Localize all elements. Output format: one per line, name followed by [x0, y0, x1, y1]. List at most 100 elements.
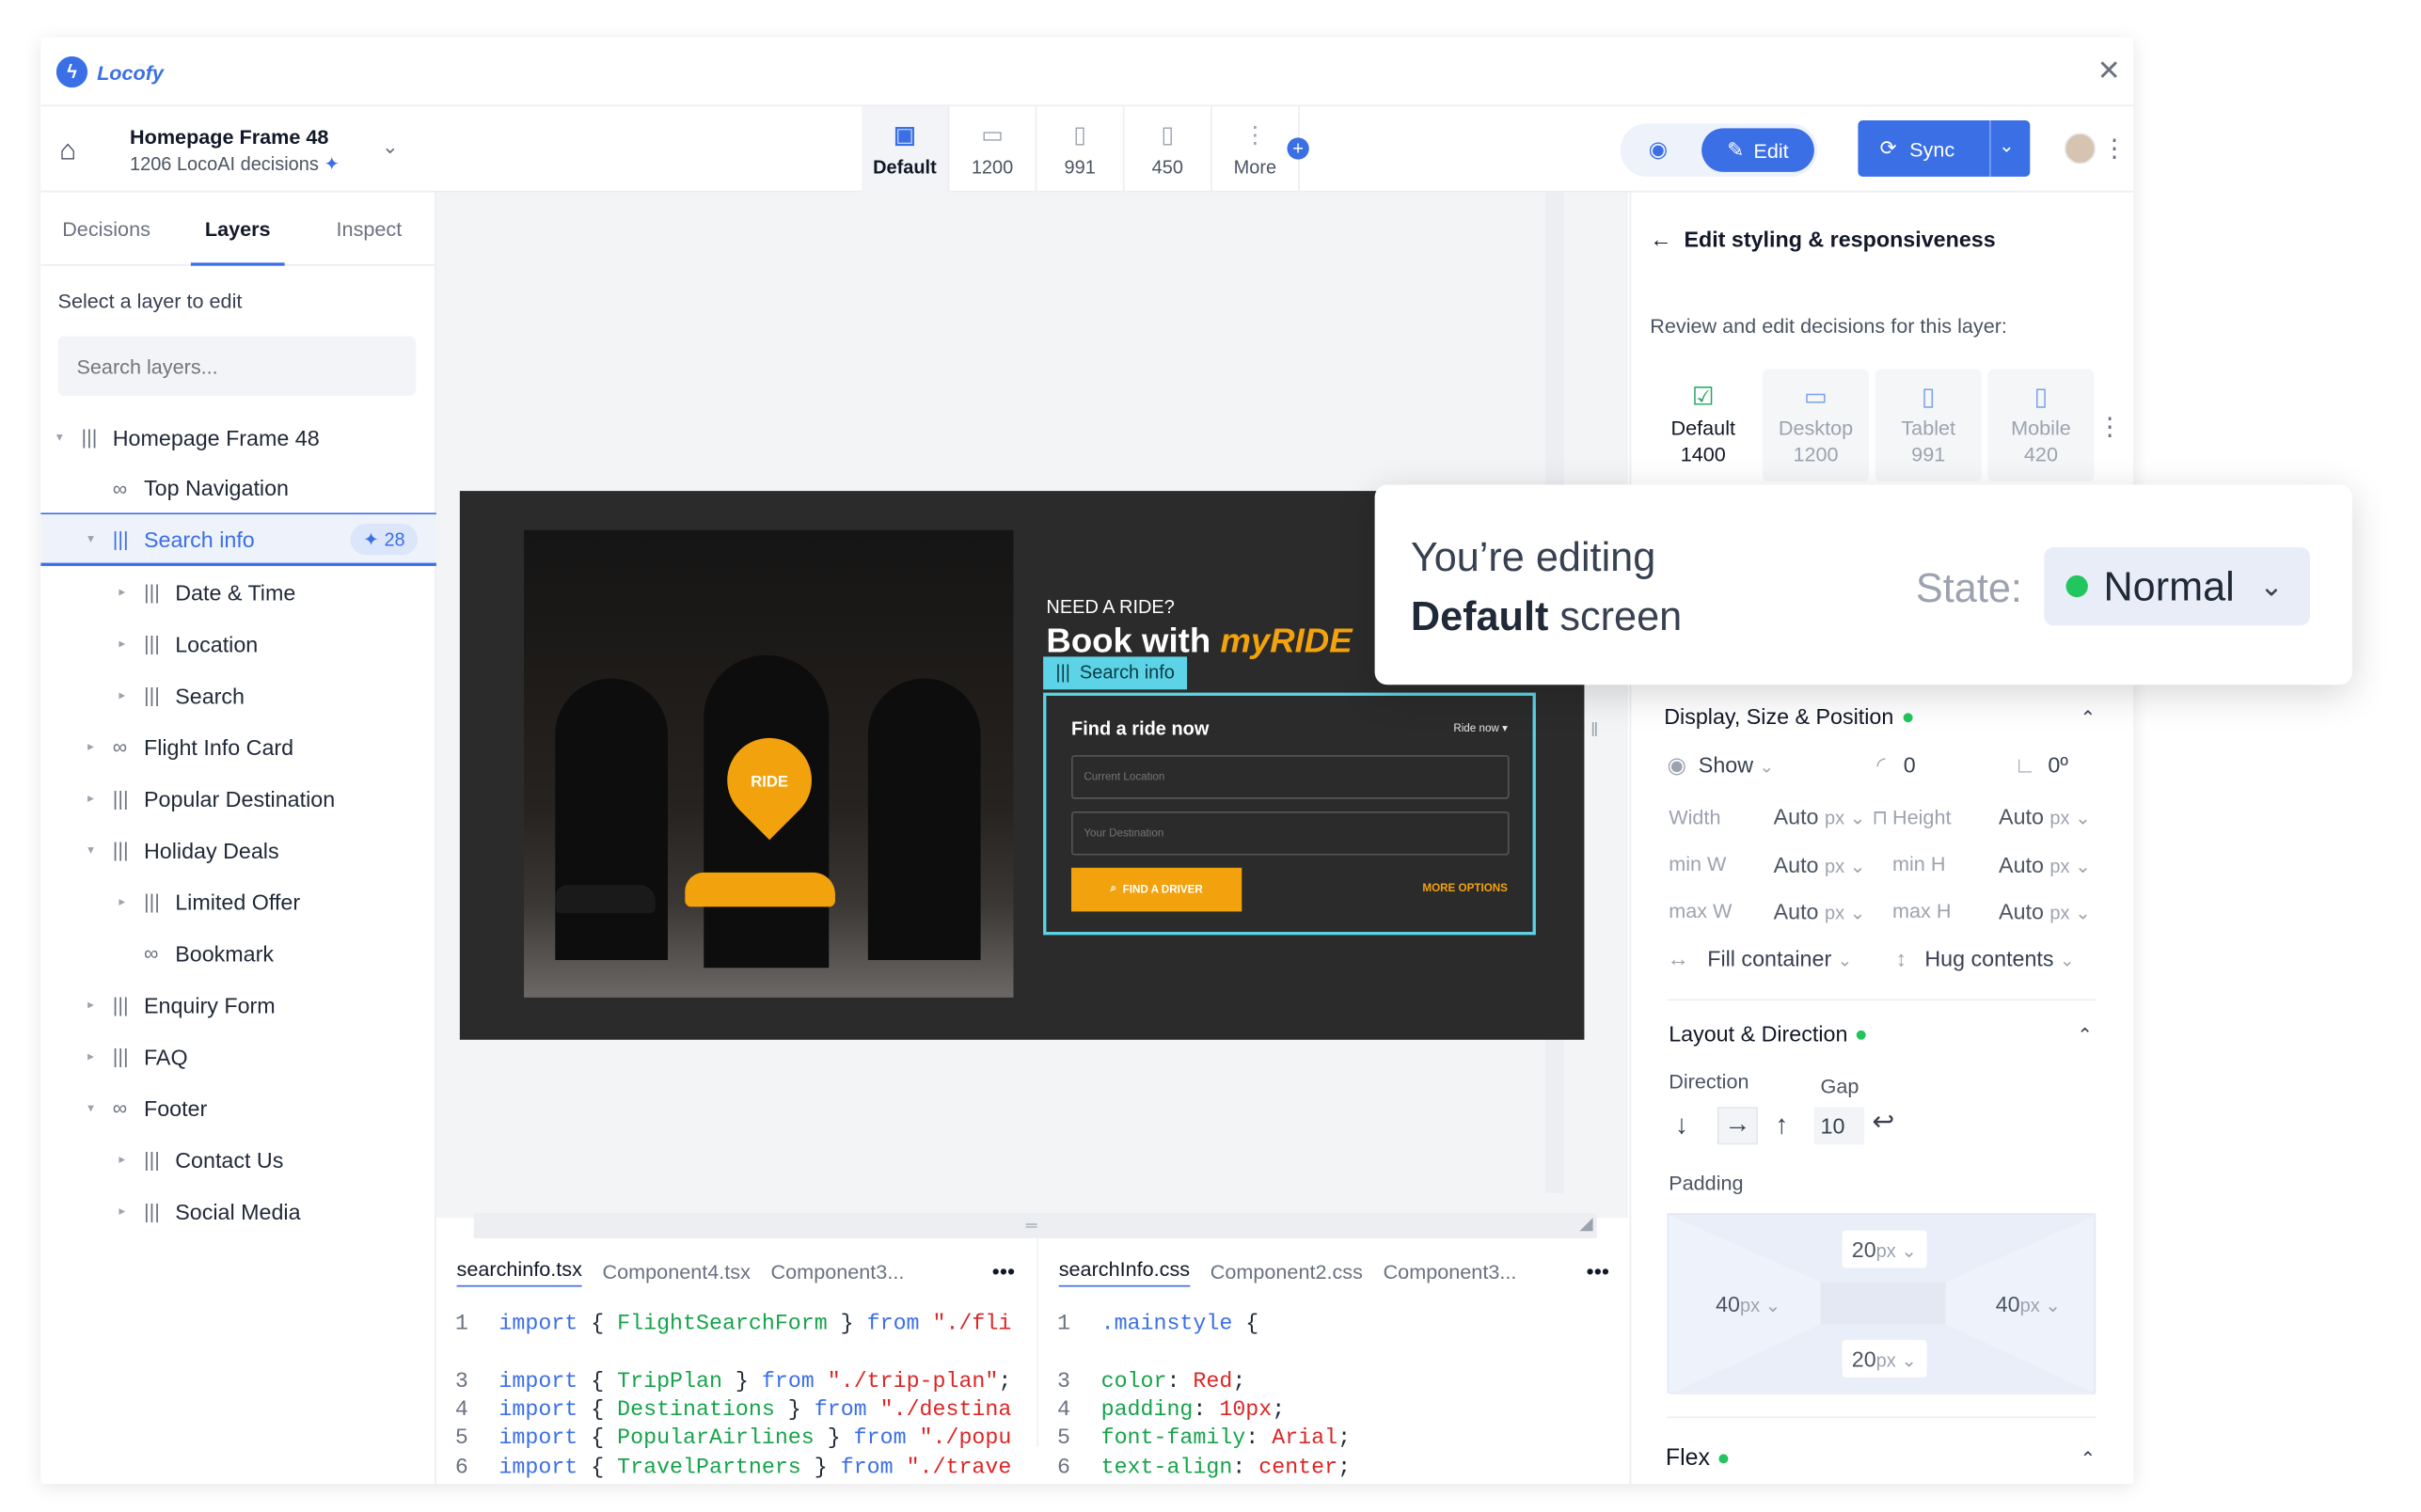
layer-item[interactable]: ▸ ||| Limited Offer — [40, 875, 436, 927]
corner-radius-field[interactable]: ◜ 0 — [1876, 752, 1915, 779]
rotation-field[interactable]: ∟ 0º — [2015, 752, 2068, 778]
layer-item[interactable]: ▸ ∞ Flight Info Card — [40, 721, 436, 773]
state-select[interactable]: Normal ⌄ — [2044, 546, 2310, 626]
layer-item[interactable]: ▾ ||| Holiday Deals — [40, 824, 436, 875]
flex-section-title[interactable]: Flex — [1666, 1444, 1729, 1472]
tab-decisions[interactable]: Decisions — [40, 193, 172, 264]
max-width-field[interactable]: Auto px ⌄ — [1774, 899, 1866, 924]
layer-item[interactable]: ▾ ||| Search info ✦ 28 — [40, 514, 436, 566]
breakpoint-450[interactable]: ▯ 450 — [1125, 106, 1212, 193]
selected-layer-tag[interactable]: ||| Search info — [1043, 656, 1188, 690]
vertical-sizing-select[interactable]: ↕ Hug contents ⌄ — [1895, 946, 2074, 971]
height-field[interactable]: Auto px ⌄ — [1999, 804, 2091, 829]
code-tab[interactable]: searchinfo.tsx — [456, 1256, 582, 1286]
min-height-field[interactable]: Auto px ⌄ — [1999, 852, 2091, 877]
visibility-select[interactable]: ◉ Show ⌄ — [1668, 752, 1774, 779]
aspect-lock-icon[interactable]: ⊓ — [1872, 805, 1888, 830]
caret-icon[interactable]: ▸ — [119, 637, 134, 651]
arrow-up-icon[interactable]: ↑ — [1775, 1110, 1788, 1142]
breakpoint-991[interactable]: ▯ 991 — [1036, 106, 1125, 193]
padding-left-field[interactable]: 40px ⌄ — [1706, 1285, 1790, 1323]
horizontal-sizing-select[interactable]: ↔ Fill container ⌄ — [1668, 946, 1852, 971]
screen-tablet[interactable]: ▯ Tablet 991 — [1875, 369, 1982, 482]
screen-default[interactable]: ☑ Default 1400 — [1650, 369, 1757, 482]
caret-icon[interactable]: ▸ — [119, 585, 134, 599]
chevron-up-icon[interactable]: ⌃ — [2081, 1448, 2097, 1470]
screen-mobile[interactable]: ▯ Mobile 420 — [1987, 369, 2095, 482]
avatar[interactable] — [2064, 133, 2097, 165]
search-form-card[interactable]: Find a ride now Ride now ▾ ⌕ FIND A DRIVE… — [1043, 692, 1536, 936]
more-icon[interactable]: ⋮ — [2097, 411, 2123, 442]
caret-icon[interactable]: ▾ — [56, 430, 72, 444]
layer-item[interactable]: ▸ ||| Enquiry Form — [40, 979, 436, 1031]
padding-right-field[interactable]: 40px ⌄ — [1986, 1285, 2070, 1323]
chevron-up-icon[interactable]: ⌃ — [2077, 1024, 2093, 1046]
padding-bottom-field[interactable]: 20px ⌄ — [1842, 1340, 1926, 1378]
breakpoint-1200[interactable]: ▭ 1200 — [949, 106, 1037, 193]
arrow-left-icon[interactable]: ← — [1650, 227, 1671, 252]
layer-item[interactable]: ▸ ||| Date & Time — [40, 566, 436, 618]
chevron-down-icon[interactable]: ⌄ — [382, 134, 399, 160]
max-height-field[interactable]: Auto px ⌄ — [1999, 899, 2091, 924]
arrow-down-icon[interactable]: ↓ — [1675, 1110, 1688, 1142]
caret-icon[interactable]: ▾ — [87, 531, 103, 545]
chevron-up-icon[interactable]: ⌃ — [2081, 707, 2097, 729]
caret-icon[interactable]: ▸ — [87, 998, 103, 1012]
more-icon[interactable]: ••• — [992, 1259, 1015, 1284]
add-breakpoint-icon[interactable]: + — [1287, 137, 1309, 160]
edit-button[interactable]: ✎ Edit — [1701, 128, 1814, 172]
layer-item[interactable]: ▸ ||| Location — [40, 618, 436, 669]
sync-button[interactable]: ⟳ Sync ⌄ — [1858, 120, 2031, 177]
tab-inspect[interactable]: Inspect — [304, 193, 435, 264]
layer-item[interactable]: ▸ ||| Search — [40, 669, 436, 721]
arrow-right-icon[interactable]: → — [1717, 1107, 1758, 1145]
min-width-field[interactable]: Auto px ⌄ — [1774, 852, 1866, 877]
breakpoint-default[interactable]: ▣ Default — [862, 106, 950, 193]
tab-layers[interactable]: Layers — [172, 193, 304, 266]
wrap-icon[interactable]: ↩ — [1872, 1107, 1894, 1138]
padding-top-field[interactable]: 20px ⌄ — [1842, 1230, 1926, 1268]
drag-handle-icon[interactable]: ═ — [1026, 1218, 1037, 1235]
search-layers-input[interactable] — [57, 336, 417, 396]
display-section-title[interactable]: Display, Size & Position — [1664, 703, 1913, 729]
code-tab[interactable]: Component3... — [771, 1259, 905, 1283]
layer-item[interactable]: ▸ ||| Social Media — [40, 1185, 436, 1236]
caret-icon[interactable]: ▸ — [119, 1152, 134, 1166]
code-tab[interactable]: Component2.css — [1210, 1259, 1363, 1283]
width-field[interactable]: Auto px ⌄ — [1774, 804, 1866, 829]
ride-now-select[interactable]: Ride now ▾ — [1453, 722, 1508, 735]
current-location-input[interactable] — [1071, 755, 1510, 799]
code-tab[interactable]: Component4.tsx — [603, 1259, 751, 1283]
layer-item[interactable]: ▸ ||| Contact Us — [40, 1134, 436, 1186]
more-icon[interactable]: ••• — [1587, 1259, 1609, 1284]
caret-icon[interactable]: ▾ — [87, 843, 103, 857]
layer-item[interactable]: ▸ ||| Popular Destination — [40, 772, 436, 824]
caret-icon[interactable]: ▸ — [87, 791, 103, 805]
layer-item[interactable]: ∞ Top Navigation — [40, 463, 436, 515]
layer-item[interactable]: ▾ ||| Homepage Frame 48 — [40, 411, 436, 463]
splitter-icon[interactable]: ‖ — [1590, 719, 1598, 741]
screen-desktop[interactable]: ▭ Desktop 1200 — [1762, 369, 1870, 482]
caret-icon[interactable]: ▾ — [87, 1101, 103, 1115]
layout-section-title[interactable]: Layout & Direction — [1669, 1021, 1867, 1046]
layer-item[interactable]: ▾ ∞ Footer — [40, 1082, 436, 1134]
destination-input[interactable] — [1071, 811, 1510, 856]
more-options-link[interactable]: MORE OPTIONS — [1422, 883, 1508, 894]
layer-item[interactable]: ∞ Bookmark — [40, 927, 436, 979]
gap-input[interactable]: 10 — [1813, 1107, 1865, 1145]
find-driver-button[interactable]: ⌕ FIND A DRIVER — [1071, 867, 1242, 912]
resize-icon[interactable]: ◢ — [1579, 1213, 1592, 1234]
caret-icon[interactable]: ▸ — [87, 1049, 103, 1063]
caret-icon[interactable]: ▸ — [87, 740, 103, 754]
caret-icon[interactable]: ▸ — [119, 688, 134, 702]
code-tab[interactable]: searchInfo.css — [1058, 1256, 1191, 1286]
close-icon[interactable]: ✕ — [2097, 55, 2121, 87]
code-tab[interactable]: Component3... — [1384, 1259, 1517, 1283]
more-icon[interactable]: ⋮ — [2102, 133, 2128, 164]
eye-icon[interactable]: ◉ — [1649, 136, 1668, 163]
chevron-down-icon[interactable]: ⌄ — [1999, 134, 2015, 156]
layer-item[interactable]: ▸ ||| FAQ — [40, 1031, 436, 1082]
home-icon[interactable]: ⌂ — [59, 134, 76, 167]
caret-icon[interactable]: ▸ — [119, 894, 134, 908]
caret-icon[interactable]: ▸ — [119, 1204, 134, 1218]
